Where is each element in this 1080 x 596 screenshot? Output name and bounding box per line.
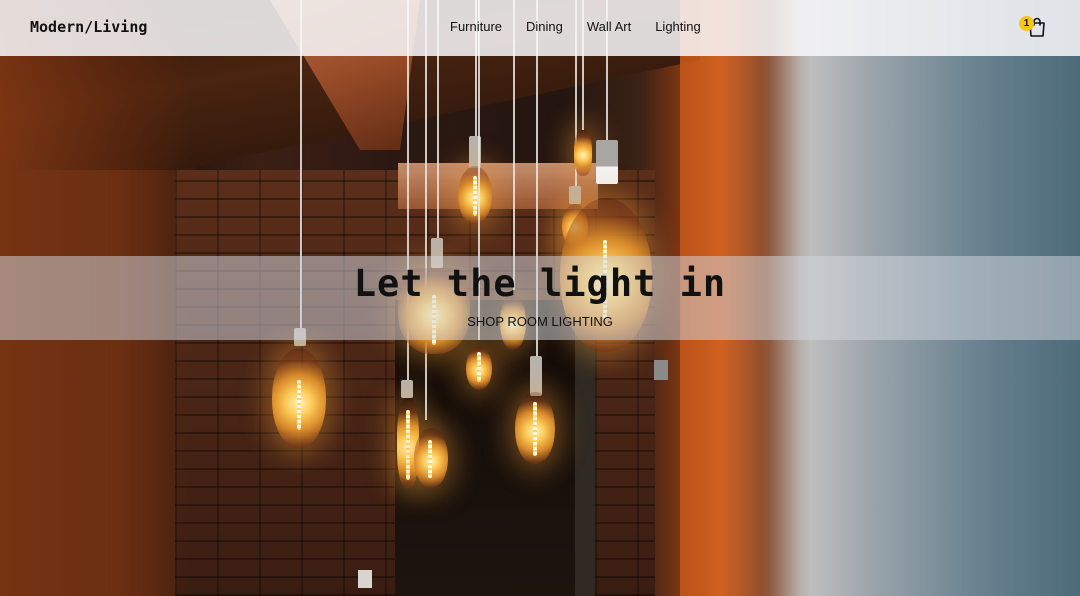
brand-logo[interactable]: Modern/Living <box>30 18 147 36</box>
nav-link-furniture[interactable]: Furniture <box>450 19 502 34</box>
main-nav: Furniture Dining Wall Art Lighting <box>450 19 701 34</box>
shop-room-lighting-link[interactable]: SHOP ROOM LIGHTING <box>467 314 613 329</box>
cart-count-badge: 1 <box>1019 16 1034 31</box>
cart-button[interactable]: 1 <box>1018 15 1050 41</box>
top-navigation-bar: Modern/Living Furniture Dining Wall Art … <box>0 0 1080 56</box>
nav-link-dining[interactable]: Dining <box>526 19 563 34</box>
wall-outlet <box>358 570 372 588</box>
light-switch <box>654 360 668 380</box>
nav-link-lighting[interactable]: Lighting <box>655 19 701 34</box>
wall-cabinet <box>398 163 598 209</box>
hero-title: Let the light in <box>353 262 727 305</box>
nav-link-wall-art[interactable]: Wall Art <box>587 19 631 34</box>
